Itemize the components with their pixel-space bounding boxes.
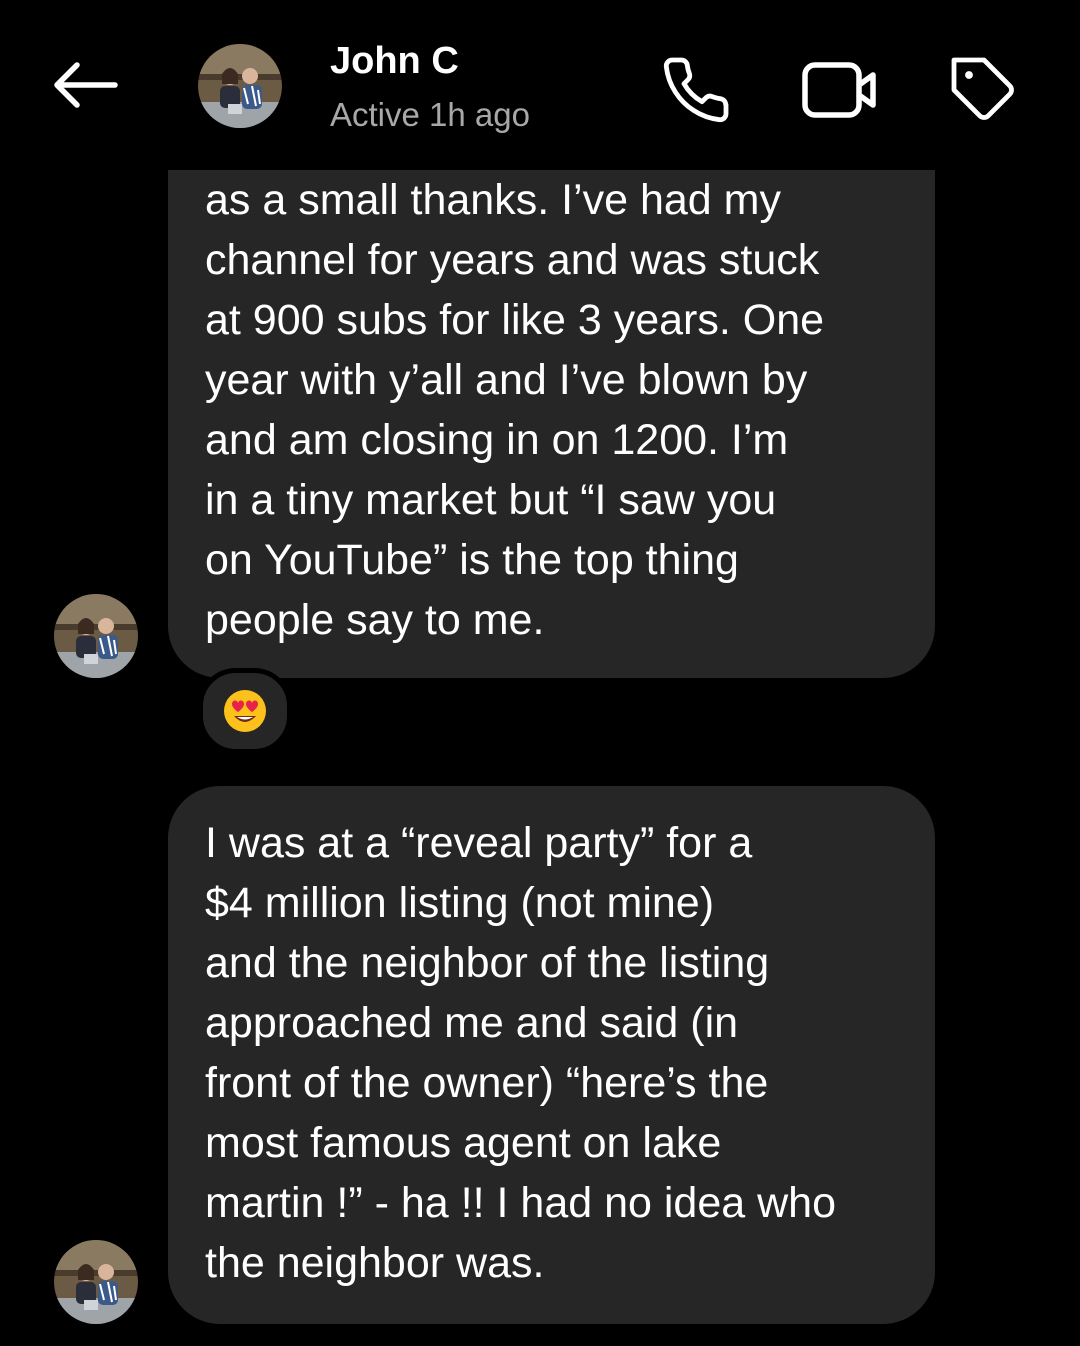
message-bubble[interactable]: I was at a “reveal party” for a $4 milli… <box>168 786 935 1324</box>
sender-avatar[interactable] <box>54 1240 138 1324</box>
active-status: Active 1h ago <box>330 96 530 133</box>
tag-icon <box>951 57 1014 120</box>
phone-icon <box>663 57 729 123</box>
avatar-photo <box>54 594 138 678</box>
contact-avatar[interactable] <box>198 44 282 128</box>
video-camera-icon <box>802 62 876 118</box>
back-button[interactable] <box>44 50 124 120</box>
avatar-photo <box>198 44 282 128</box>
tag-button[interactable] <box>944 50 1024 130</box>
video-call-button[interactable] <box>800 50 880 130</box>
message-bubble[interactable]: as a small thanks. I’ve had my channel f… <box>168 140 935 678</box>
arrow-left-icon <box>54 62 118 108</box>
chat-header: John C Active 1h ago <box>0 0 1080 170</box>
sender-avatar[interactable] <box>54 594 138 678</box>
contact-name[interactable]: John C <box>330 40 459 83</box>
heart-eyes-emoji-icon <box>224 690 266 732</box>
call-button[interactable] <box>656 50 736 130</box>
avatar-photo <box>54 1240 138 1324</box>
message-reaction[interactable] <box>198 668 292 754</box>
